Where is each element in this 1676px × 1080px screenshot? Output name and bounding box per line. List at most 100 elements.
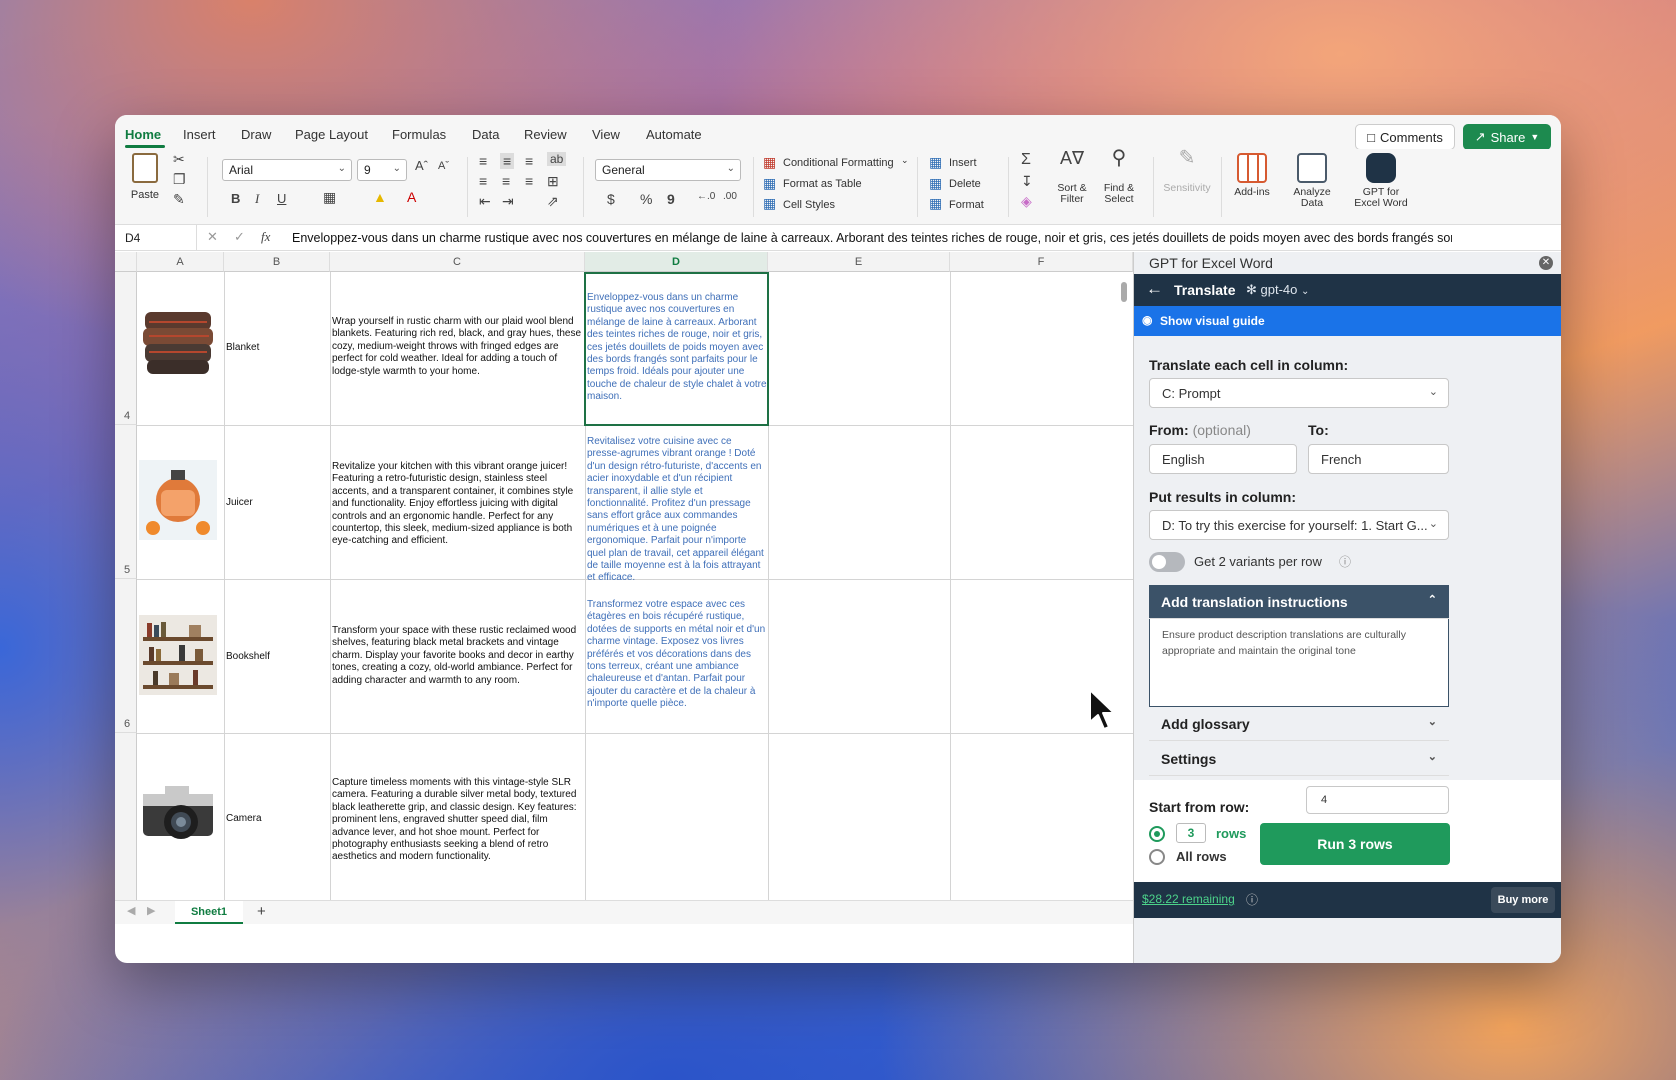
decrease-indent-icon[interactable]: ⇤ (479, 193, 491, 210)
sensitivity-button[interactable]: ✎ Sensitivity (1159, 148, 1215, 194)
cell-styles-button[interactable]: Cell Styles (783, 199, 835, 211)
sort-filter-button[interactable]: A∇ Sort & Filter (1050, 149, 1094, 205)
share-button[interactable]: ↗ Share ▼ (1463, 124, 1551, 150)
tab-view[interactable]: View (592, 127, 620, 142)
glossary-header[interactable]: Add glossary ⌄ (1149, 707, 1449, 741)
spreadsheet-grid[interactable]: A B C D E F 4 5 6 Blanket Wrap yourself … (115, 252, 1133, 900)
cancel-icon[interactable]: ✕ (207, 229, 218, 245)
add-sheet-icon[interactable]: + (257, 903, 266, 920)
decrease-font-icon[interactable]: Aˇ (438, 160, 449, 172)
vertical-scrollbar[interactable] (1121, 282, 1127, 302)
rows-count-input[interactable]: 3 (1176, 823, 1206, 843)
all-rows-radio[interactable] (1149, 849, 1165, 865)
font-name-select[interactable]: Arial ⌄ (222, 159, 352, 181)
translation-cell[interactable]: Transformez votre espace avec ces étagèr… (587, 599, 767, 711)
tab-review[interactable]: Review (524, 127, 567, 142)
model-selector[interactable]: ✻ gpt-4o ⌄ (1246, 282, 1309, 298)
show-visual-guide-button[interactable]: ◉ Show visual guide (1134, 306, 1561, 336)
prompt-cell[interactable]: Capture timeless moments with this vinta… (332, 777, 582, 864)
increase-decimal-icon[interactable]: ←.0 (697, 191, 715, 202)
orientation-icon[interactable]: ⇗ (547, 193, 559, 210)
fill-icon[interactable]: ↧ (1021, 173, 1033, 190)
align-center-icon[interactable]: ≡ (502, 173, 510, 189)
bold-button[interactable]: B (231, 191, 240, 206)
percent-button[interactable]: % (640, 191, 652, 207)
wrap-text-icon[interactable]: ab (547, 152, 567, 166)
start-row-input[interactable]: 4 (1306, 786, 1449, 814)
borders-icon[interactable]: ▦ (323, 189, 336, 206)
tab-data[interactable]: Data (472, 127, 499, 142)
paste-button[interactable]: Paste (127, 153, 163, 201)
sheet-tab[interactable]: Sheet1 (175, 901, 243, 924)
product-name-cell[interactable]: Blanket (226, 342, 259, 353)
to-language-input[interactable]: French (1308, 444, 1449, 474)
tab-automate[interactable]: Automate (646, 127, 702, 142)
back-arrow-icon[interactable]: ← (1146, 279, 1163, 299)
prompt-cell[interactable]: Wrap yourself in rustic charm with our p… (332, 316, 582, 378)
find-select-button[interactable]: ⚲ Find & Select (1097, 148, 1141, 205)
info-icon[interactable]: ⓘ (1246, 891, 1258, 908)
align-middle-icon[interactable]: ≡ (500, 153, 515, 169)
conditional-formatting-button[interactable]: Conditional Formatting (783, 157, 894, 169)
decrease-decimal-icon[interactable]: .00 (723, 191, 737, 202)
product-name-cell[interactable]: Juicer (226, 497, 253, 508)
copy-icon[interactable]: ❐ (173, 171, 186, 188)
delete-cells-button[interactable]: Delete (949, 178, 981, 190)
run-rows-button[interactable]: Run 3 rows (1260, 823, 1450, 865)
select-all-corner[interactable] (115, 252, 137, 272)
prompt-cell[interactable]: Revitalize your kitchen with this vibran… (332, 461, 582, 548)
format-cells-button[interactable]: Format (949, 199, 984, 211)
format-as-table-button[interactable]: Format as Table (783, 178, 862, 190)
clear-icon[interactable]: ◈ (1021, 193, 1032, 210)
name-box[interactable]: D4 (115, 225, 197, 251)
autosum-icon[interactable]: Σ (1021, 151, 1031, 169)
currency-button[interactable]: $ (607, 191, 615, 207)
italic-button[interactable]: I (255, 191, 259, 207)
tab-formulas[interactable]: Formulas (392, 127, 446, 142)
settings-header[interactable]: Settings ⌄ (1149, 742, 1449, 776)
align-bottom-icon[interactable]: ≡ (525, 153, 533, 169)
font-size-select[interactable]: 9 ⌄ (357, 159, 407, 181)
tab-home[interactable]: Home (125, 127, 161, 142)
previous-sheet-icon[interactable]: ◀ (127, 904, 135, 917)
cut-icon[interactable]: ✂ (173, 151, 185, 168)
fill-color-icon[interactable]: ▲ (373, 189, 387, 205)
product-name-cell[interactable]: Bookshelf (226, 651, 270, 662)
gpt-addin-button[interactable]: GPT for Excel Word (1349, 153, 1413, 209)
translation-cell[interactable]: Revitalisez votre cuisine avec ce presse… (587, 436, 767, 585)
align-top-icon[interactable]: ≡ (479, 153, 487, 169)
confirm-icon[interactable]: ✓ (234, 229, 245, 245)
tab-draw[interactable]: Draw (241, 127, 271, 142)
next-sheet-icon[interactable]: ▶ (147, 904, 155, 917)
column-header-c[interactable]: C (330, 252, 585, 272)
comma-style-button[interactable]: 9 (667, 191, 675, 207)
increase-indent-icon[interactable]: ⇥ (502, 193, 514, 210)
source-column-select[interactable]: C: Prompt ⌄ (1149, 378, 1449, 408)
merge-center-icon[interactable]: ⊞ (547, 173, 559, 190)
tab-page-layout[interactable]: Page Layout (295, 127, 368, 142)
row-header-4[interactable]: 4 (115, 272, 137, 425)
variants-toggle[interactable] (1149, 552, 1185, 572)
align-left-icon[interactable]: ≡ (479, 173, 487, 189)
close-icon[interactable]: ✕ (1539, 256, 1553, 270)
row-header-7[interactable] (115, 733, 137, 900)
product-name-cell[interactable]: Camera (226, 813, 262, 824)
addins-button[interactable]: Add-ins (1229, 153, 1275, 198)
underline-button[interactable]: U (277, 191, 286, 206)
row-header-5[interactable]: 5 (115, 425, 137, 579)
row-header-6[interactable]: 6 (115, 579, 137, 733)
translation-instructions-textarea[interactable]: Ensure product description translations … (1149, 619, 1449, 707)
info-icon[interactable]: ⓘ (1339, 553, 1351, 570)
increase-font-icon[interactable]: Aˆ (415, 158, 428, 173)
column-header-d[interactable]: D (585, 252, 768, 272)
insert-cells-button[interactable]: Insert (949, 157, 977, 169)
buy-more-button[interactable]: Buy more (1491, 887, 1555, 913)
insert-function-button[interactable]: fx (261, 229, 270, 245)
results-column-select[interactable]: D: To try this exercise for yourself: 1.… (1149, 510, 1449, 540)
prompt-cell[interactable]: Transform your space with these rustic r… (332, 625, 582, 687)
column-header-f[interactable]: F (950, 252, 1133, 272)
tab-insert[interactable]: Insert (183, 127, 216, 142)
rows-count-radio[interactable] (1149, 826, 1165, 842)
from-language-input[interactable]: English (1149, 444, 1297, 474)
translation-instructions-header[interactable]: Add translation instructions ⌃ (1149, 585, 1449, 619)
